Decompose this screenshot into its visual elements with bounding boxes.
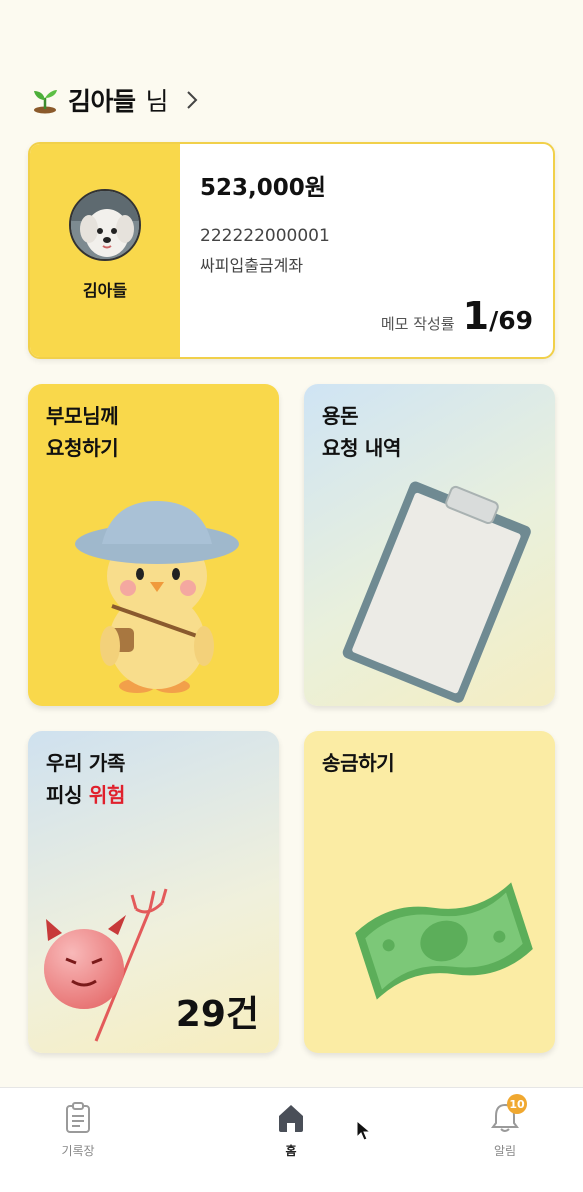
- user-name: 김아들: [68, 87, 136, 116]
- sprout-icon: [34, 90, 57, 114]
- account-card[interactable]: 김아들 523,000원 222222000001 싸피입출금계좌 메모 작성률…: [28, 142, 555, 359]
- tile-title-danger: 위험: [88, 783, 126, 807]
- tile-title: 우리 가족 피싱 위험: [46, 747, 125, 811]
- money-bills-illustration: [355, 882, 533, 1000]
- alert-count-badge: 10: [507, 1094, 527, 1114]
- mouse-cursor-icon: [356, 1120, 372, 1141]
- memo-rate: 메모 작성률 1/69: [381, 297, 533, 335]
- child-profile: 김아들: [30, 144, 180, 357]
- dog-photo: [71, 190, 139, 259]
- memo-total-count: /69: [489, 306, 533, 335]
- request-allowance-tile[interactable]: 부모님께 요청하기: [28, 384, 279, 706]
- nav-label: 알림: [493, 1144, 517, 1158]
- nav-label: 홈: [285, 1144, 297, 1158]
- account-balance: 523,000원: [200, 175, 326, 201]
- send-money-tile[interactable]: 송금하기: [304, 731, 555, 1053]
- tile-title: 부모님께 요청하기: [46, 404, 119, 460]
- honorific: 님: [145, 87, 169, 116]
- request-history-tile[interactable]: 용돈 요청 내역: [304, 384, 555, 706]
- tile-title: 송금하기: [322, 751, 395, 775]
- account-info: 523,000원 222222000001 싸피입출금계좌 메모 작성률 1/6…: [180, 144, 553, 357]
- phishing-count: 29건: [175, 994, 259, 1035]
- clipboard-illustration: [342, 481, 531, 703]
- tile-title: 용돈 요청 내역: [322, 404, 402, 460]
- nav-item-notebook[interactable]: 기록장: [38, 1102, 118, 1159]
- duck-character-illustration: [75, 501, 239, 693]
- memo-done-count: 1: [462, 294, 490, 338]
- nav-item-alerts[interactable]: 10 알림: [465, 1094, 545, 1159]
- profile-header[interactable]: 김아들 님: [30, 80, 199, 120]
- notebook-icon: [66, 1102, 90, 1133]
- memo-rate-label: 메모 작성률: [380, 315, 455, 333]
- bottom-nav: 기록장 홈 10 알림: [0, 1087, 583, 1192]
- family-phishing-risk-tile[interactable]: 우리 가족 피싱 위험 29건: [28, 731, 279, 1053]
- home-icon: [279, 1105, 303, 1132]
- avatar: [69, 188, 141, 261]
- account-number: 222222000001: [200, 226, 330, 246]
- chevron-right-icon[interactable]: [185, 89, 199, 111]
- nav-item-home[interactable]: 홈: [251, 1102, 331, 1159]
- nav-label: 기록장: [61, 1144, 95, 1158]
- account-name: 싸피입출금계좌: [200, 256, 304, 275]
- child-name: 김아들: [82, 280, 128, 300]
